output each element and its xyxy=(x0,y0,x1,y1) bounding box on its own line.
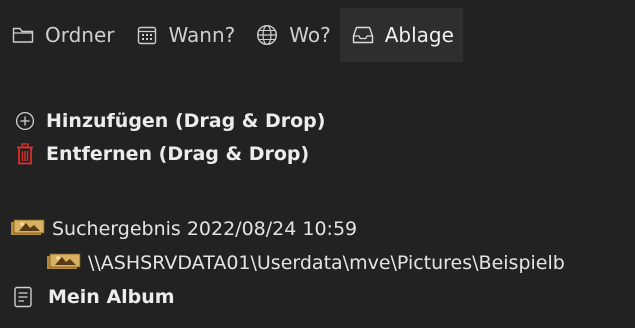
tree-item-mein-album-label: Mein Album xyxy=(48,286,175,308)
storage-tree: Suchergebnis 2022/08/24 10:59 \\ASHSRVDA… xyxy=(10,212,635,314)
ablage-panel: Ordner Wann? Wo? Ablage Hinzufügen (Drag… xyxy=(0,0,635,328)
album-icon xyxy=(12,286,34,308)
photo-stack-icon xyxy=(10,218,50,240)
tree-item-search-path[interactable]: \\ASHSRVDATA01\Userdata\mve\Pictures\Bei… xyxy=(10,246,635,280)
tab-ablage-label: Ablage xyxy=(384,23,454,47)
tab-wo[interactable]: Wo? xyxy=(244,8,339,62)
add-drop-target[interactable]: Hinzufügen (Drag & Drop) xyxy=(14,104,325,137)
tab-wann-label: Wann? xyxy=(168,23,236,47)
globe-icon xyxy=(255,23,279,47)
remove-drop-label: Entfernen (Drag & Drop) xyxy=(46,142,310,165)
tray-icon xyxy=(351,23,375,47)
add-drop-label: Hinzufügen (Drag & Drop) xyxy=(46,109,326,132)
tab-wann[interactable]: Wann? xyxy=(124,8,245,62)
drop-actions: Hinzufügen (Drag & Drop) Entfernen (Drag… xyxy=(14,104,325,170)
tab-ordner-label: Ordner xyxy=(45,23,115,47)
tab-ordner[interactable]: Ordner xyxy=(0,8,124,62)
tree-item-mein-album[interactable]: Mein Album xyxy=(10,280,635,314)
plus-circle-icon xyxy=(14,110,36,132)
view-tab-bar: Ordner Wann? Wo? Ablage xyxy=(0,8,463,62)
trash-icon xyxy=(14,142,36,165)
tab-wo-label: Wo? xyxy=(289,23,331,47)
tab-ablage[interactable]: Ablage xyxy=(339,8,463,62)
remove-drop-target[interactable]: Entfernen (Drag & Drop) xyxy=(14,137,325,170)
tree-item-search-result[interactable]: Suchergebnis 2022/08/24 10:59 xyxy=(10,212,635,246)
calendar-icon xyxy=(135,23,159,47)
folder-icon xyxy=(11,23,35,47)
photo-stack-icon xyxy=(46,252,86,274)
tree-item-search-path-label: \\ASHSRVDATA01\Userdata\mve\Pictures\Bei… xyxy=(88,252,565,274)
tree-item-search-result-label: Suchergebnis 2022/08/24 10:59 xyxy=(52,218,358,240)
